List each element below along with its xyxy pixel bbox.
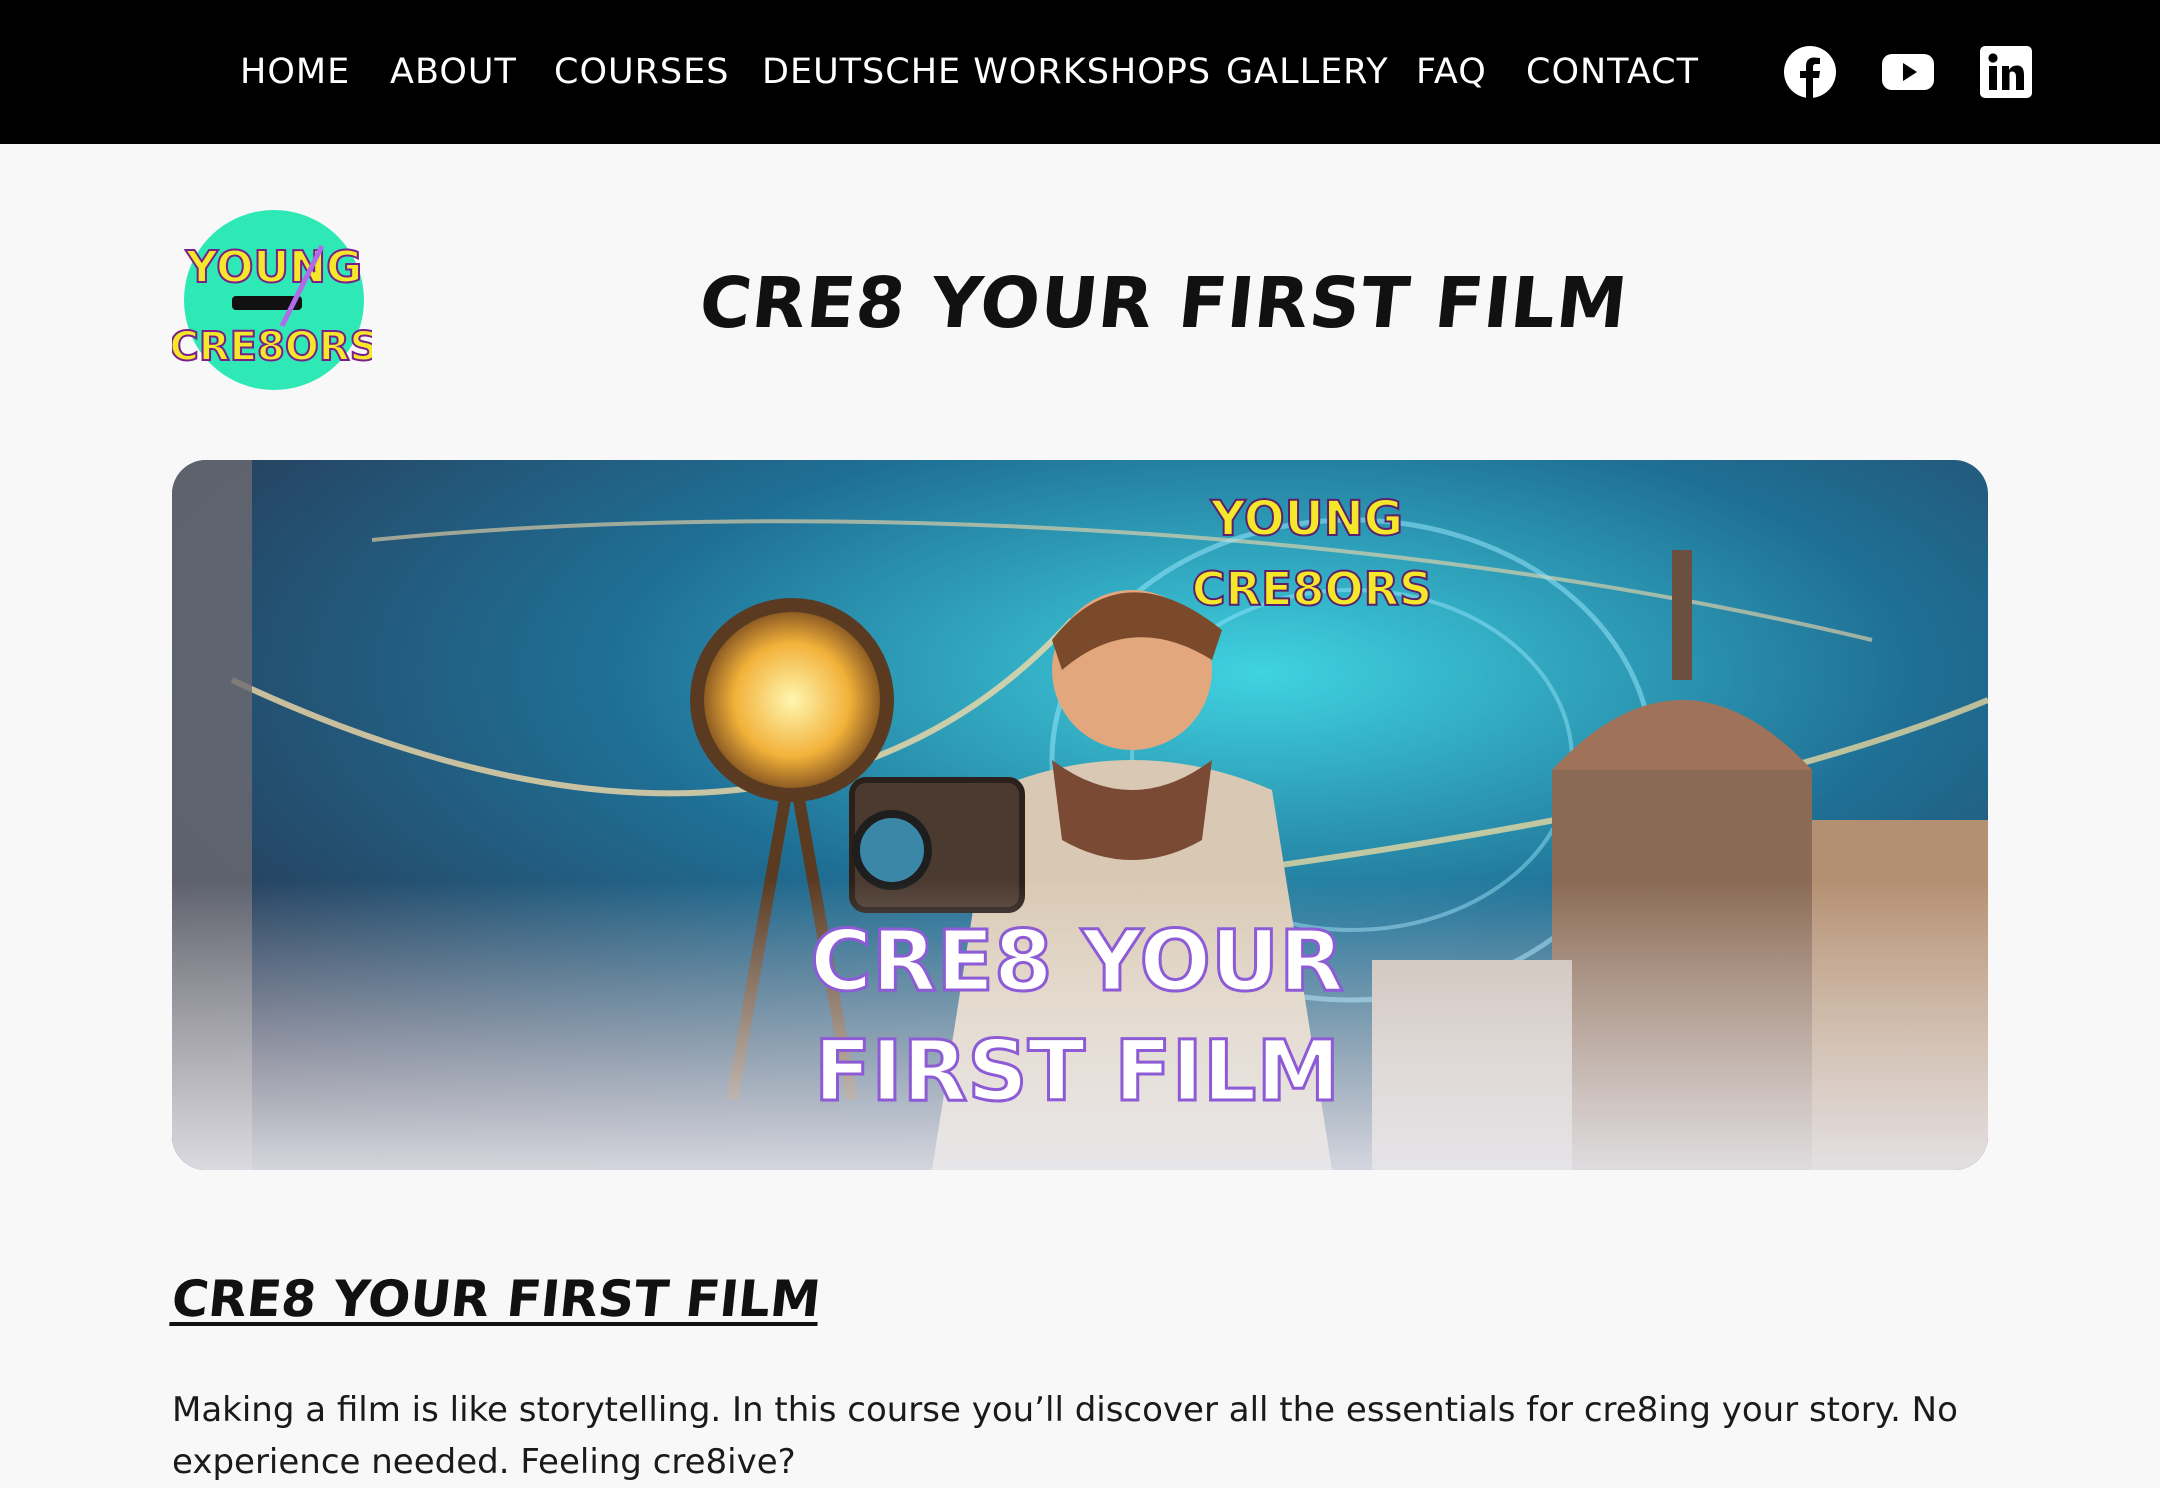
svg-text:YOUNG: YOUNG [185, 242, 362, 293]
young-cre8ors-logo[interactable]: YOUNG CRE8ORS [172, 208, 372, 390]
nav-faq[interactable]: FAQ [1416, 48, 1487, 96]
svg-text:CRE8 YOUR: CRE8 YOUR [810, 912, 1344, 1010]
section-heading: CRE8 YOUR FIRST FILM [168, 1270, 824, 1328]
facebook-icon[interactable] [1782, 44, 1838, 100]
linkedin-icon[interactable] [1978, 44, 2034, 100]
nav-gallery[interactable]: GALLERY [1226, 48, 1389, 96]
nav-about[interactable]: ABOUT [390, 48, 517, 96]
nav-home[interactable]: HOME [240, 48, 350, 96]
svg-text:FIRST FILM: FIRST FILM [814, 1022, 1340, 1120]
svg-text:CRE8ORS: CRE8ORS [1192, 562, 1432, 616]
svg-text:CRE8ORS: CRE8ORS [172, 324, 372, 370]
nav-contact[interactable]: CONTACT [1526, 48, 1699, 96]
nav-courses[interactable]: COURSES [554, 48, 729, 96]
hero-banner-image: YOUNG CRE8ORS CRE8 YOUR FIRST FILM [172, 460, 1988, 1170]
svg-text:YOUNG: YOUNG [1210, 491, 1403, 547]
nav-deutsche-workshops[interactable]: DEUTSCHE WORKSHOPS [762, 48, 1211, 96]
page-title: CRE8 YOUR FIRST FILM [695, 262, 1632, 344]
top-navigation: HOME ABOUT COURSES DEUTSCHE WORKSHOPS GA… [0, 0, 2160, 144]
course-description: Making a film is like storytelling. In t… [172, 1390, 1958, 1482]
youtube-icon[interactable] [1880, 44, 1936, 100]
